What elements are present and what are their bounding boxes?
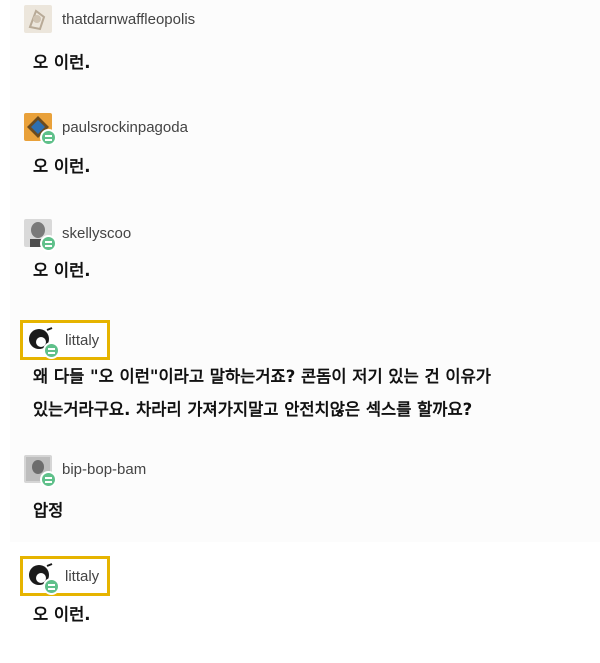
avatar-icon[interactable] [27, 326, 60, 359]
post-text: 오 이런. [33, 53, 91, 72]
reblog-badge-icon [40, 235, 57, 252]
post-text: 압정 [33, 501, 64, 520]
post-1: thatdarnwaffleopolis 오 이런. [10, 0, 600, 93]
post-text: 왜 다들 "오 이런"이라고 말하는거죠? 콘돔이 저기 있는 건 이유가 있는… [33, 360, 491, 426]
post-header: bip-bop-bam [24, 454, 146, 488]
reblog-badge-icon [40, 129, 57, 146]
post-3: skellyscoo 오 이런. [10, 198, 600, 305]
username-link[interactable]: thatdarnwaffleopolis [62, 11, 195, 28]
username-link[interactable]: skellyscoo [62, 225, 131, 242]
reblog-badge-icon [43, 342, 60, 359]
username-link[interactable]: littaly [65, 568, 99, 585]
reblog-badge-icon [43, 578, 60, 595]
post-6: littaly 오 이런. [10, 542, 600, 663]
reblog-badge-icon [40, 471, 57, 488]
username-link[interactable]: paulsrockinpagoda [62, 119, 188, 136]
post-text: 오 이런. [33, 261, 91, 280]
avatar-icon[interactable] [24, 5, 52, 33]
post-4: littaly 왜 다들 "오 이런"이라고 말하는거죠? 콘돔이 저기 있는 … [10, 304, 600, 439]
post-text-line: 왜 다들 "오 이런"이라고 말하는거죠? 콘돔이 저기 있는 건 이유가 [33, 367, 491, 386]
avatar-icon[interactable] [27, 562, 60, 595]
post-5: bip-bop-bam 압정 [10, 438, 600, 543]
post-header-highlighted: littaly [20, 320, 111, 360]
avatar-icon[interactable] [24, 455, 57, 488]
post-2: paulsrockinpagoda 오 이런. [10, 92, 600, 199]
post-header-highlighted: littaly [20, 556, 111, 596]
post-header: skellyscoo [24, 218, 131, 252]
post-header: thatdarnwaffleopolis [24, 4, 195, 34]
avatar-icon[interactable] [24, 113, 57, 146]
post-text: 오 이런. [33, 157, 91, 176]
avatar-icon[interactable] [24, 219, 57, 252]
post-text: 오 이런. [33, 605, 91, 624]
post-header: paulsrockinpagoda [24, 112, 188, 146]
username-link[interactable]: bip-bop-bam [62, 461, 146, 478]
post-text-line: 있는거라구요. 차라리 가져가지말고 안전치않은 섹스를 할까요? [33, 400, 473, 419]
username-link[interactable]: littaly [65, 332, 99, 349]
